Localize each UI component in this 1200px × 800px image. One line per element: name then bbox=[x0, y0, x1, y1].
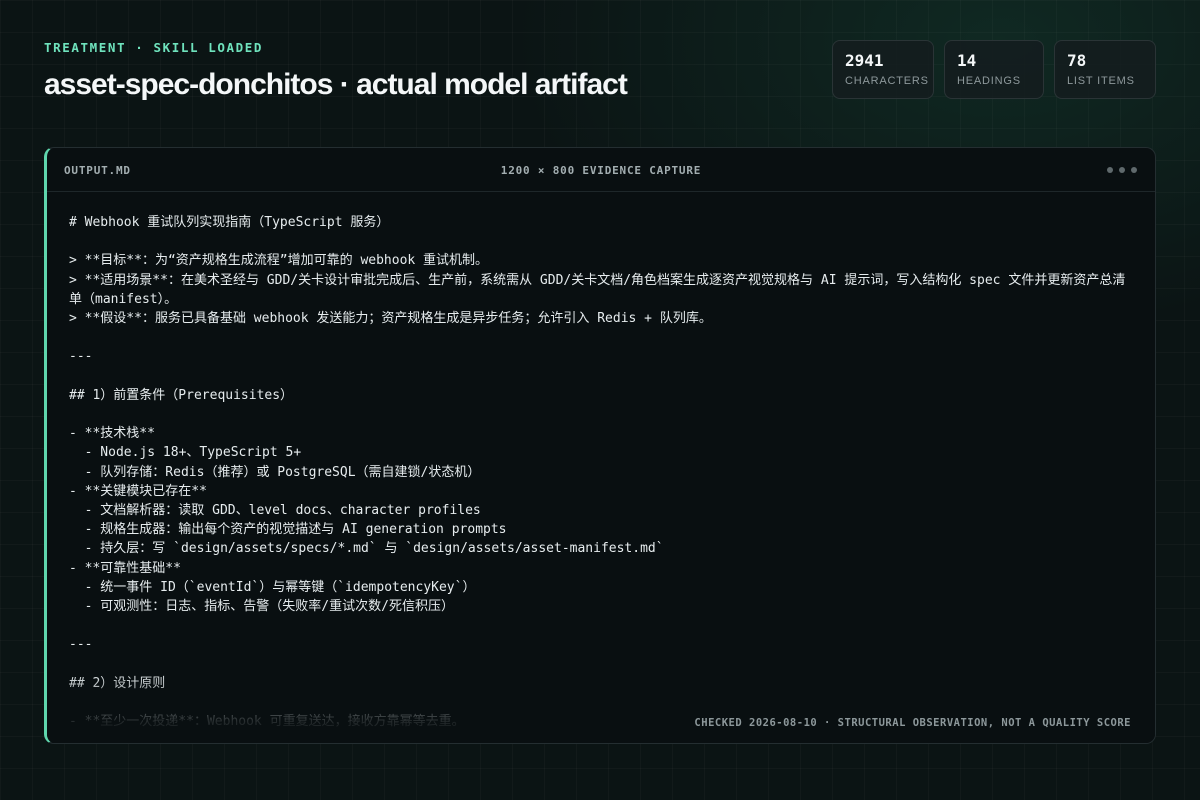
stat-label: HEADINGS bbox=[957, 75, 1021, 87]
markdown-line bbox=[69, 232, 1133, 251]
markdown-line: - 可观测性：日志、指标、告警（失败率/重试次数/死信积压） bbox=[69, 599, 454, 614]
stat-label: LIST ITEMS bbox=[1067, 75, 1135, 87]
markdown-line: ## 1）前置条件（Prerequisites） bbox=[69, 387, 294, 403]
markdown-line: - **可靠性基础** bbox=[69, 560, 181, 576]
markdown-line: > **目标**：为“资产规格生成流程”增加可靠的 webhook 重试机制。 bbox=[69, 253, 489, 269]
markdown-line: --- bbox=[69, 637, 93, 653]
dot-icon bbox=[1119, 167, 1125, 173]
markdown-line bbox=[69, 367, 1133, 386]
panel-header: OUTPUT.MD 1200 × 800 EVIDENCE CAPTURE bbox=[47, 148, 1155, 192]
markdown-line: - Node.js 18+、TypeScript 5+ bbox=[69, 445, 302, 461]
markdown-line: - 持久层：写 `design/assets/specs/*.md` 与 `de… bbox=[69, 541, 664, 557]
markdown-line: --- bbox=[69, 349, 93, 365]
dot-icon bbox=[1107, 167, 1113, 173]
stats-bar: 2941 CHARACTERS 14 HEADINGS 78 LIST ITEM… bbox=[832, 40, 1156, 99]
eyebrow-label: TREATMENT · SKILL LOADED bbox=[44, 40, 264, 55]
markdown-line: - 统一事件 ID（`eventId`）与幂等键（`idempotencyKey… bbox=[69, 579, 476, 595]
stat-value: 78 bbox=[1067, 51, 1087, 70]
markdown-line: > **假设**：服务已具备基础 webhook 发送能力；资产规格生成是异步任… bbox=[69, 311, 712, 326]
window-dots-icon bbox=[1107, 167, 1137, 173]
markdown-content[interactable]: # Webhook 重试队列实现指南（TypeScript 服务） > **目标*… bbox=[69, 213, 1133, 731]
markdown-line: - **关键模块已存在** bbox=[69, 483, 207, 499]
page-title: asset-spec-donchitos · actual model arti… bbox=[44, 68, 628, 101]
markdown-line: ## 2）设计原则 bbox=[69, 675, 166, 691]
markdown-line bbox=[69, 328, 1133, 347]
markdown-line: - 文档解析器：读取 GDD、level docs、character prof… bbox=[69, 502, 481, 518]
markdown-line: - 队列存储：Redis（推荐）或 PostgreSQL（需自建锁/状态机） bbox=[69, 464, 481, 480]
stat-card-headings: 14 HEADINGS bbox=[944, 40, 1044, 99]
stat-card-list-items: 78 LIST ITEMS bbox=[1054, 40, 1156, 99]
capture-label: 1200 × 800 EVIDENCE CAPTURE bbox=[500, 164, 702, 177]
footer-note: CHECKED 2026-08-10 · STRUCTURAL OBSERVAT… bbox=[694, 717, 1131, 729]
dot-icon bbox=[1131, 167, 1137, 173]
markdown-line bbox=[69, 693, 1133, 712]
stat-value: 2941 bbox=[845, 51, 884, 70]
stat-label: CHARACTERS bbox=[845, 75, 929, 87]
output-panel: OUTPUT.MD 1200 × 800 EVIDENCE CAPTURE # … bbox=[44, 147, 1156, 744]
stat-value: 14 bbox=[957, 51, 977, 70]
markdown-line: - 规格生成器：输出每个资产的视觉描述与 AI generation promp… bbox=[69, 522, 507, 538]
stat-card-characters: 2941 CHARACTERS bbox=[832, 40, 934, 99]
markdown-line: - **技术栈** bbox=[69, 426, 155, 442]
markdown-line bbox=[69, 655, 1133, 674]
markdown-line: # Webhook 重试队列实现指南（TypeScript 服务） bbox=[69, 215, 390, 230]
markdown-line: > **适用场景**：在美术圣经与 GDD/关卡设计审批完成后、生产前，系统需从… bbox=[69, 272, 1126, 307]
markdown-line bbox=[69, 616, 1133, 635]
markdown-line bbox=[69, 405, 1133, 424]
